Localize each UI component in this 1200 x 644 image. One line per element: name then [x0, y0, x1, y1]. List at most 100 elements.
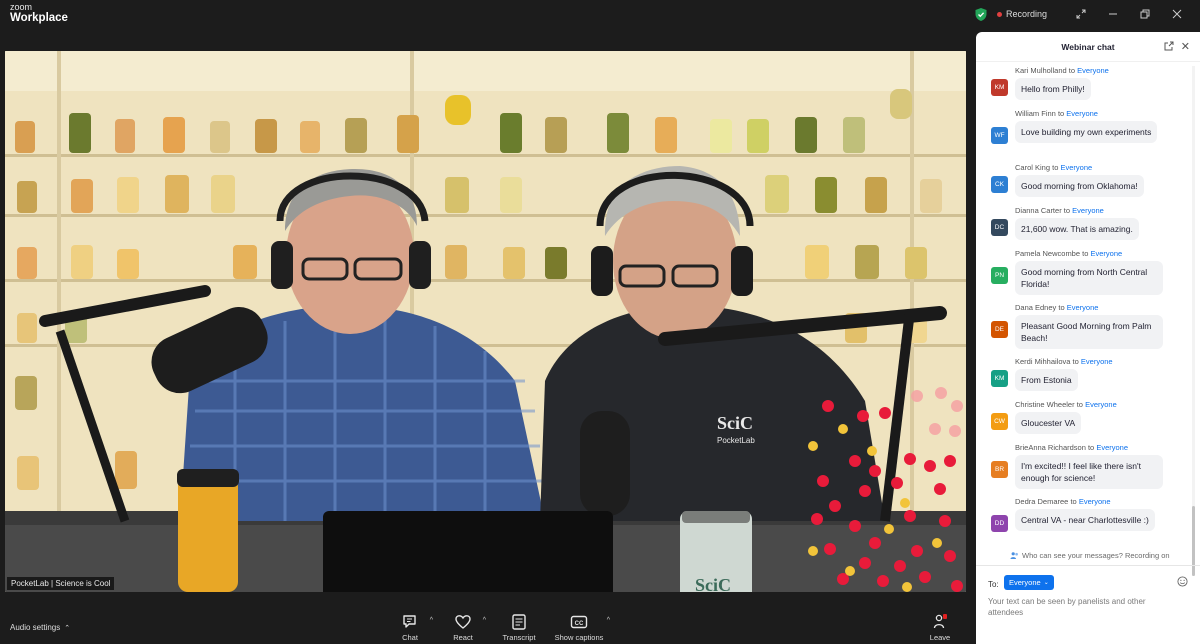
show-captions-button[interactable]: CC Show captions ^ [554, 613, 610, 642]
restore-icon [1140, 9, 1150, 19]
chat-message-list[interactable]: KM Kari Mulholland to Everyone Hello from … [976, 66, 1192, 546]
avatar: PN [991, 267, 1008, 284]
heart-icon [455, 615, 471, 629]
chat-message-input[interactable]: Your text can be seen by panelists and o… [988, 596, 1178, 618]
message-bubble: Good morning from Oklahoma! [1015, 175, 1144, 197]
message-bubble: Hello from Philly! [1015, 78, 1091, 100]
sender-name[interactable]: Dedra Demaree [1015, 497, 1068, 506]
shield-check-icon[interactable] [975, 7, 987, 21]
fullscreen-button[interactable] [1065, 0, 1097, 28]
recipient-name: Everyone [1066, 109, 1098, 118]
recipient-select[interactable]: Everyone ⌄ [1004, 575, 1054, 590]
avatar: DE [991, 321, 1008, 338]
recipient-name: Everyone [1077, 66, 1109, 75]
to-word: to [1057, 109, 1065, 118]
message-header: Carol King to Everyone [1015, 163, 1092, 172]
video-name-label: PocketLab | Science is Cool [7, 577, 115, 590]
react-button[interactable]: React ^ [438, 613, 488, 642]
transcript-label: Transcript [502, 633, 536, 642]
close-window-button[interactable] [1161, 0, 1193, 28]
message-bubble: Pleasant Good Morning from Palm Beach! [1015, 315, 1163, 349]
recording-dot-icon [997, 11, 1002, 17]
chevron-up-icon[interactable]: ^ [607, 617, 610, 624]
chevron-up-icon[interactable]: ^ [430, 617, 433, 624]
sender-name[interactable]: BrieAnna Richardson [1015, 443, 1086, 452]
chevron-up-icon[interactable]: ^ [483, 617, 486, 624]
chat-header: Webinar chat ✕ [976, 32, 1200, 62]
close-chat-icon[interactable]: ✕ [1181, 40, 1190, 53]
message-header: William Finn to Everyone [1015, 109, 1098, 118]
to-word: to [1068, 66, 1076, 75]
minimize-button[interactable] [1097, 0, 1129, 28]
chat-button[interactable]: Chat ^ [385, 613, 435, 642]
recipient-name: Everyone [1090, 249, 1123, 258]
to-word: to [1082, 249, 1089, 258]
pop-out-icon[interactable] [1164, 41, 1174, 51]
people-icon [1010, 552, 1018, 559]
recipient-name: Everyone [1085, 400, 1117, 409]
message-header: Dana Edney to Everyone [1015, 303, 1098, 312]
leave-person-icon [933, 614, 947, 629]
to-word: to [1076, 400, 1083, 409]
chat-icon [403, 615, 416, 628]
leave-button[interactable]: Leave [915, 613, 965, 642]
avatar: KM [991, 79, 1008, 96]
recording-indicator[interactable]: Recording [997, 9, 1047, 19]
recipient-name: Everyone [1072, 206, 1104, 215]
message-header: Dianna Carter to Everyone [1015, 206, 1104, 215]
to-word: to [1087, 443, 1095, 452]
audio-settings-button[interactable]: Audio settings ⌃ [10, 623, 70, 632]
message-bubble: Love building my own experiments [1015, 121, 1158, 143]
message-bubble: 21,600 wow. That is amazing. [1015, 218, 1139, 240]
title-bar-controls: Recording [975, 0, 1200, 28]
message-visibility-notice[interactable]: Who can see your messages? Recording on [1010, 551, 1170, 560]
sender-name[interactable]: Carol King [1015, 163, 1050, 172]
recipient-name: Everyone [1060, 163, 1093, 172]
message-header: Dedra Demaree to Everyone [1015, 497, 1111, 506]
to-word: to [1052, 163, 1059, 172]
chat-label: Chat [402, 633, 418, 642]
svg-text:CC: CC [575, 621, 584, 627]
meeting-toolbar: Audio settings ⌃ Chat ^ React ^ Transcri… [0, 610, 975, 644]
chat-compose: To: Everyone ⌄ Your text can be seen by … [976, 565, 1200, 644]
to-word: to [1070, 497, 1077, 506]
message-bubble: I'm excited!! I feel like there isn't en… [1015, 455, 1163, 489]
message-header: Kerdi Mihhailova to Everyone [1015, 357, 1113, 366]
message-header: Kari Mulholland to Everyone [1015, 66, 1109, 75]
recipient-name: Everyone [1078, 497, 1111, 506]
message-bubble: Central VA - near Charlottesville :) [1015, 509, 1155, 531]
message-bubble: Gloucester VA [1015, 412, 1082, 434]
sender-name[interactable]: Kari Mulholland [1015, 66, 1067, 75]
sender-name[interactable]: Pamela Newcombe [1015, 249, 1080, 258]
chat-scrollbar[interactable] [1192, 66, 1195, 576]
svg-text:SciC: SciC [695, 575, 731, 592]
restore-button[interactable] [1129, 0, 1161, 28]
speaker-video[interactable]: SciC PocketLab SciC PocketLab | Science … [5, 51, 966, 592]
avatar: BR [991, 461, 1008, 478]
sender-name[interactable]: Kerdi Mihhailova [1015, 357, 1070, 366]
brand-name: Workplace [10, 12, 68, 24]
recipient-name: Everyone [1066, 303, 1099, 312]
recording-label: Recording [1006, 9, 1048, 19]
sender-name[interactable]: Christine Wheeler [1015, 400, 1075, 409]
close-icon [1172, 9, 1182, 19]
sender-name[interactable]: Dana Edney [1015, 303, 1056, 312]
recipient-select-value: Everyone [1009, 578, 1041, 587]
video-frame: SciC PocketLab SciC [5, 51, 966, 592]
expand-icon [1076, 9, 1086, 19]
sender-name[interactable]: Dianna Carter [1015, 206, 1062, 215]
to-word: to [1063, 206, 1071, 215]
notice-text: Who can see your messages? Recording on [1022, 551, 1170, 560]
transcript-button[interactable]: Transcript [494, 613, 544, 642]
avatar: CW [991, 413, 1008, 430]
avatar: DC [991, 219, 1008, 236]
avatar: WF [991, 127, 1008, 144]
avatar: KM [991, 370, 1008, 387]
brand-small: zoom [10, 2, 33, 12]
transcript-icon [512, 614, 526, 630]
closed-captions-icon: CC [570, 615, 588, 629]
sender-name[interactable]: William Finn [1015, 109, 1056, 118]
to-word: to [1072, 357, 1079, 366]
message-header: Christine Wheeler to Everyone [1015, 400, 1117, 409]
emoji-icon[interactable] [1177, 576, 1188, 587]
